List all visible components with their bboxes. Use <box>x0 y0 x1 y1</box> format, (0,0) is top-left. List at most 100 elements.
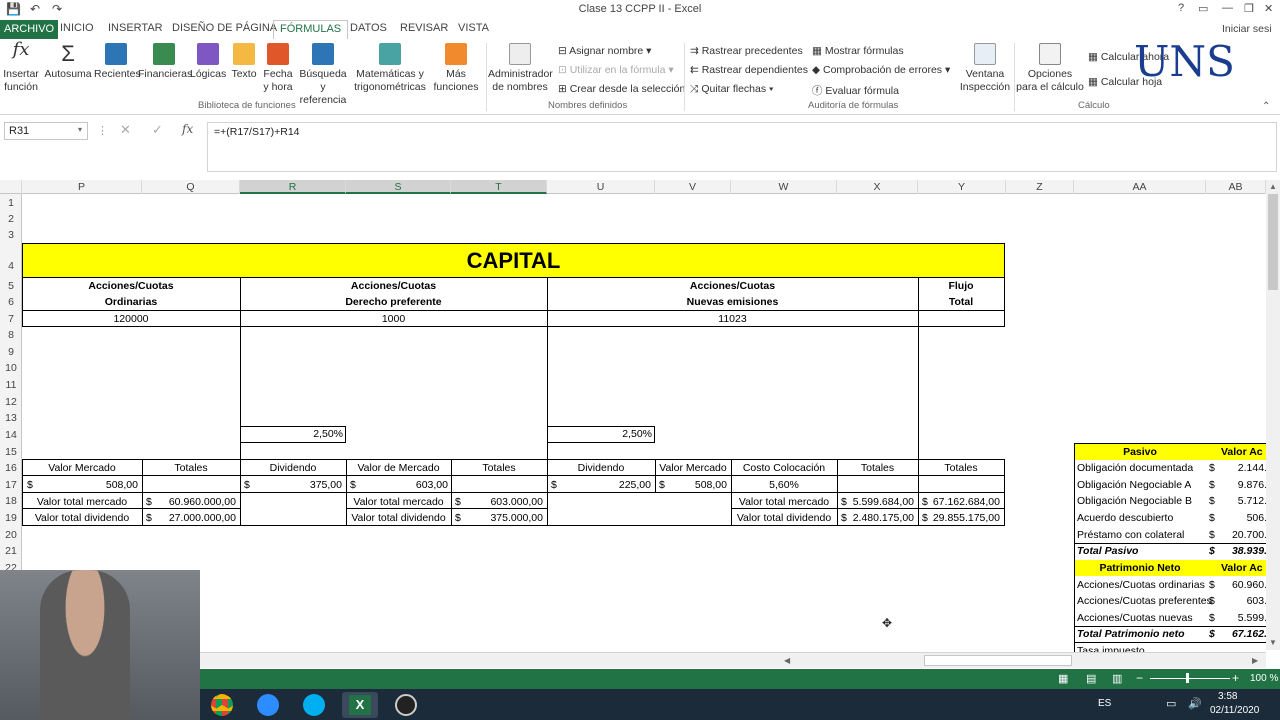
tab-datos[interactable]: DATOS <box>350 22 387 34</box>
cell-rate-nuevas[interactable]: 2,50% <box>547 426 655 443</box>
col-header-ab[interactable]: AB <box>1206 180 1266 194</box>
name-manager-button[interactable]: Administrador de nombres <box>488 43 553 94</box>
use-in-formula-button[interactable]: ⊡ Utilizar en la fórmula ▾ <box>558 64 674 76</box>
row-header[interactable]: 9 <box>0 346 22 358</box>
pasivo-item-value[interactable]: 20.700. <box>1221 529 1266 541</box>
row-header[interactable]: 19 <box>0 512 22 524</box>
cell-x19[interactable]: 2.480.175,00 <box>848 512 914 524</box>
row-header[interactable]: 2 <box>0 213 22 225</box>
row-header[interactable]: 12 <box>0 396 22 408</box>
close-icon[interactable]: ✕ <box>1264 2 1273 15</box>
zoom-out-icon[interactable]: − <box>1136 671 1143 685</box>
zoom-in-icon[interactable]: + <box>1232 671 1239 685</box>
datetime-button[interactable]: Fecha y hora <box>260 43 296 94</box>
cell-r17[interactable]: 375,00 <box>258 479 342 491</box>
row-header[interactable]: 20 <box>0 529 22 541</box>
trace-dependents-button[interactable]: ⇇ Rastrear dependientes <box>690 64 808 76</box>
evaluate-formula-button[interactable]: ⓕ Evaluar fórmula <box>812 83 899 98</box>
name-box-dropdown-icon[interactable]: ▾ <box>78 125 82 134</box>
tab-vista[interactable]: VISTA <box>458 22 489 34</box>
row-header[interactable]: 8 <box>0 329 22 341</box>
math-button[interactable]: Matemáticas y trigonométricas <box>350 43 430 94</box>
row-header[interactable]: 6 <box>0 296 22 308</box>
zoom-slider[interactable] <box>1150 678 1230 679</box>
cell-x18[interactable]: 5.599.684,00 <box>848 496 914 508</box>
cell-s17[interactable]: 603,00 <box>362 479 448 491</box>
col-header-v[interactable]: V <box>655 180 731 194</box>
pasivo-item-value[interactable]: 9.876. <box>1221 479 1266 491</box>
row-header[interactable]: 18 <box>0 495 22 507</box>
cell-v17[interactable]: 508,00 <box>667 479 727 491</box>
insert-function-button[interactable]: fx Insertar función <box>2 41 40 94</box>
more-functions-button[interactable]: Más funciones <box>430 43 482 94</box>
sign-in-link[interactable]: Iniciar sesi <box>1222 23 1272 35</box>
help-icon[interactable]: ? <box>1178 2 1184 14</box>
col-header-p[interactable]: P <box>22 180 142 194</box>
scroll-down-icon[interactable]: ▼ <box>1269 638 1277 647</box>
pn-item-value[interactable]: 60.960. <box>1221 579 1266 591</box>
chrome-icon[interactable] <box>204 692 240 718</box>
pn-item-value[interactable]: 5.599. <box>1221 612 1266 624</box>
show-formulas-button[interactable]: ▦ Mostrar fórmulas <box>812 45 904 57</box>
col-header-r[interactable]: R <box>240 180 346 194</box>
skype-icon[interactable] <box>296 692 332 718</box>
lookup-button[interactable]: Búsqueda y referencia <box>296 43 350 107</box>
col-header-q[interactable]: Q <box>142 180 240 194</box>
horizontal-scrollbar[interactable]: ◀ ▶ <box>200 652 1266 668</box>
cell-t19[interactable]: 375.000,00 <box>464 512 543 524</box>
scroll-up-icon[interactable]: ▲ <box>1269 182 1277 191</box>
scroll-thumb[interactable] <box>1268 194 1278 290</box>
error-checking-button[interactable]: ◆ Comprobación de errores ▾ <box>812 64 950 76</box>
watch-window-button[interactable]: Ventana Inspección <box>956 43 1014 94</box>
clock-time[interactable]: 3:58 <box>1218 691 1237 702</box>
cell-y19[interactable]: 29.855.175,00 <box>928 512 1000 524</box>
financial-button[interactable]: Financieras <box>138 43 192 81</box>
collapse-ribbon-icon[interactable]: ⌃ <box>1262 101 1270 112</box>
pasivo-item-value[interactable]: 2.144. <box>1221 462 1266 474</box>
enter-icon[interactable]: ✓ <box>152 122 163 138</box>
pasivo-item-value[interactable]: 5.712. <box>1221 495 1266 507</box>
tab-archivo[interactable]: ARCHIVO <box>0 20 59 39</box>
excel-taskbar-icon[interactable]: X <box>342 692 378 718</box>
page-layout-icon[interactable]: ▤ <box>1086 672 1096 685</box>
cell-p17[interactable]: 508,00 <box>42 479 138 491</box>
row-header[interactable]: 10 <box>0 362 22 374</box>
cell-w17[interactable]: 5,60% <box>731 479 837 491</box>
scroll-right-icon[interactable]: ▶ <box>1252 656 1258 665</box>
zoom-slider-thumb[interactable] <box>1186 673 1189 683</box>
recent-button[interactable]: Recientes <box>94 43 141 81</box>
tab-diseno[interactable]: DISEÑO DE PÁGINA <box>172 22 277 34</box>
cell-q19[interactable]: 27.000.000,00 <box>156 512 236 524</box>
network-icon[interactable]: ▭ <box>1166 697 1176 710</box>
row-header[interactable]: 21 <box>0 545 22 557</box>
normal-view-icon[interactable]: ▦ <box>1058 672 1068 685</box>
calc-options-button[interactable]: Opciones para el cálculo <box>1016 43 1084 94</box>
cell-rate-preferente[interactable]: 2,50% <box>240 426 346 443</box>
formula-input[interactable]: =+(R17/S17)+R14 <box>207 122 1277 172</box>
col-header-x[interactable]: X <box>837 180 918 194</box>
row-header[interactable]: 16 <box>0 462 22 474</box>
vertical-scrollbar[interactable]: ▲ ▼ <box>1266 180 1280 650</box>
worksheet-grid[interactable]: CAPITAL Acciones/Cuotas Ordinarias 12000… <box>22 194 1266 654</box>
row-header[interactable]: 11 <box>0 379 22 391</box>
obs-icon[interactable] <box>388 692 424 718</box>
col-header-u[interactable]: U <box>547 180 655 194</box>
trace-precedents-button[interactable]: ⇉ Rastrear precedentes <box>690 45 803 57</box>
row-header[interactable]: 14 <box>0 429 22 441</box>
logical-button[interactable]: Lógicas <box>190 43 226 81</box>
col-header-z[interactable]: Z <box>1006 180 1074 194</box>
col-header-aa[interactable]: AA <box>1074 180 1206 194</box>
cell-u17[interactable]: 225,00 <box>562 479 651 491</box>
hscroll-thumb[interactable] <box>924 655 1072 666</box>
text-button[interactable]: Texto <box>228 43 260 81</box>
tab-revisar[interactable]: REVISAR <box>400 22 448 34</box>
cell-t18[interactable]: 603.000,00 <box>464 496 543 508</box>
col-header-t[interactable]: T <box>451 180 547 194</box>
cell-qty-nuevas[interactable]: 11023 <box>547 313 918 325</box>
col-header-w[interactable]: W <box>731 180 837 194</box>
autosum-button[interactable]: Σ Autosuma <box>44 43 92 81</box>
cell-q18[interactable]: 60.960.000,00 <box>156 496 236 508</box>
volume-icon[interactable]: 🔊 <box>1188 697 1202 710</box>
ribbon-display-icon[interactable]: ▭ <box>1198 2 1208 15</box>
row-header[interactable]: 1 <box>0 197 22 209</box>
